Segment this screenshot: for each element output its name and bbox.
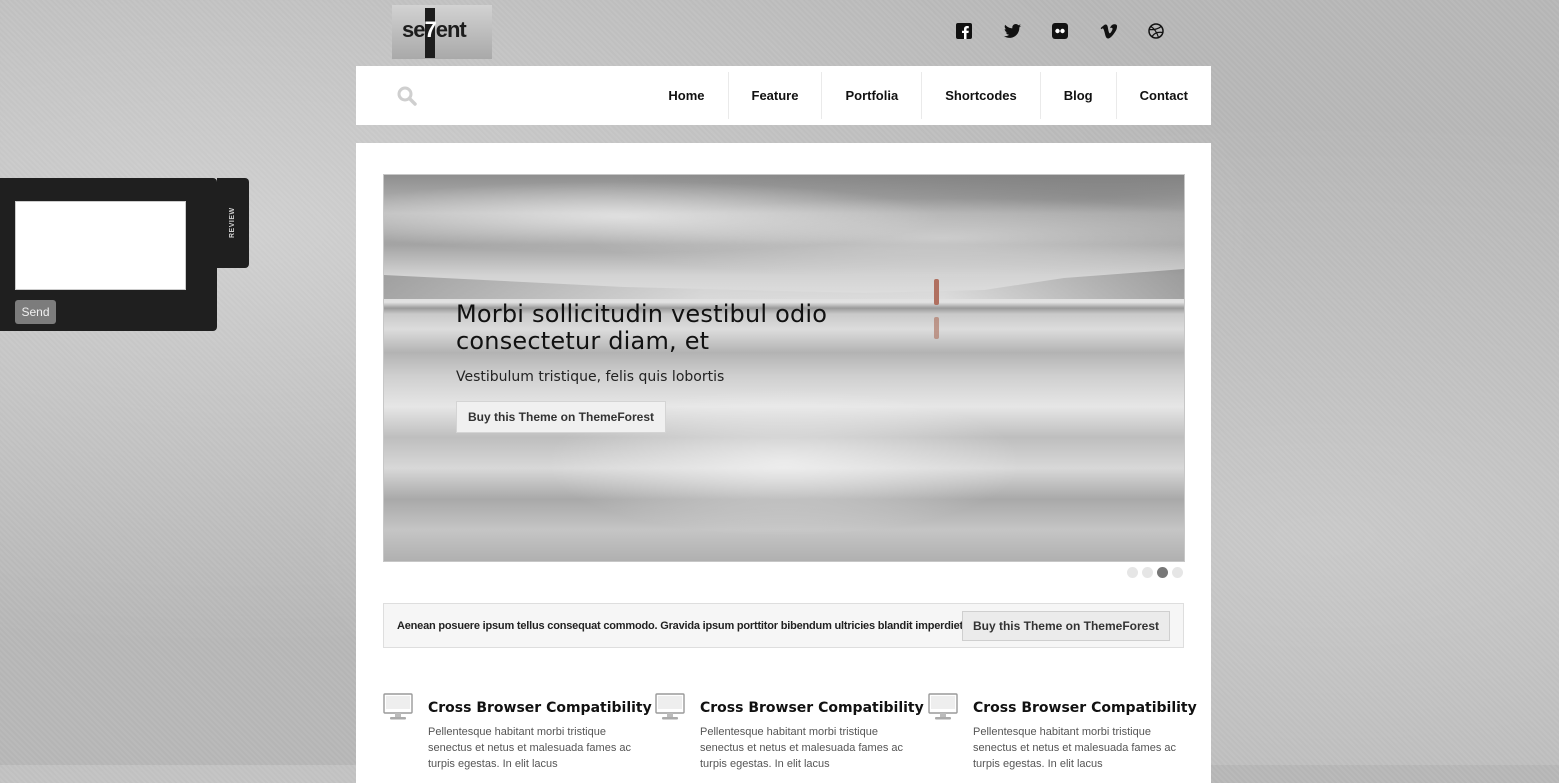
slider-dot-1[interactable] — [1127, 567, 1138, 578]
monitor-icon — [928, 693, 958, 726]
slider-dot-2[interactable] — [1142, 567, 1153, 578]
vimeo-icon[interactable] — [1084, 20, 1132, 42]
nav-item-portfolia[interactable]: Portfolia — [821, 72, 921, 119]
twitter-icon[interactable] — [988, 20, 1036, 42]
review-panel: Send — [0, 178, 217, 331]
callout-buy-button[interactable]: Buy this Theme on ThemeForest — [961, 611, 1170, 641]
nav-item-blog[interactable]: Blog — [1039, 72, 1116, 119]
slider-dot-3[interactable] — [1157, 567, 1168, 578]
send-button[interactable]: Send — [15, 300, 56, 324]
facebook-icon[interactable] — [940, 20, 988, 42]
callout-text: Aenean posuere ipsum tellus consequat co… — [397, 620, 963, 632]
nav-item-home[interactable]: Home — [645, 72, 727, 119]
nav-item-shortcodes[interactable]: Shortcodes — [921, 72, 1040, 119]
slider-dot-4[interactable] — [1172, 567, 1183, 578]
hero-slider[interactable]: Morbi sollicitudin vestibul odio consect… — [383, 174, 1185, 562]
main-navbar: Home Feature Portfolia Shortcodes Blog C… — [356, 66, 1211, 125]
search-icon[interactable] — [397, 86, 417, 111]
review-tab-label: REVIEW — [229, 207, 236, 238]
slider-image-sky — [384, 175, 1184, 280]
main-content: Morbi sollicitudin vestibul odio consect… — [356, 143, 1211, 783]
flickr-icon[interactable] — [1036, 20, 1084, 42]
callout-bar: Aenean posuere ipsum tellus consequat co… — [383, 603, 1184, 648]
slider-title: Morbi sollicitudin vestibul odio consect… — [456, 300, 828, 355]
monitor-icon — [383, 693, 413, 726]
review-textarea[interactable] — [15, 201, 186, 290]
site-logo[interactable]: se7ent — [392, 5, 492, 59]
nav-item-contact[interactable]: Contact — [1115, 72, 1211, 119]
feature-title: Cross Browser Compatibility — [428, 700, 652, 716]
slider-image-person-reflection — [934, 317, 939, 339]
monitor-icon — [655, 693, 685, 726]
nav-item-feature[interactable]: Feature — [727, 72, 822, 119]
feature-title: Cross Browser Compatibility — [973, 700, 1197, 716]
dribbble-icon[interactable] — [1132, 20, 1180, 42]
logo-text: se7ent — [402, 17, 467, 42]
slider-subtitle: Vestibulum tristique, felis quis loborti… — [456, 369, 725, 385]
slider-buy-button[interactable]: Buy this Theme on ThemeForest — [456, 401, 667, 433]
slider-image-person — [934, 279, 939, 305]
social-links — [940, 20, 1180, 42]
feature-title: Cross Browser Compatibility — [700, 700, 924, 716]
slider-pagination — [1127, 567, 1183, 578]
nav-menu: Home Feature Portfolia Shortcodes Blog C… — [645, 66, 1211, 125]
